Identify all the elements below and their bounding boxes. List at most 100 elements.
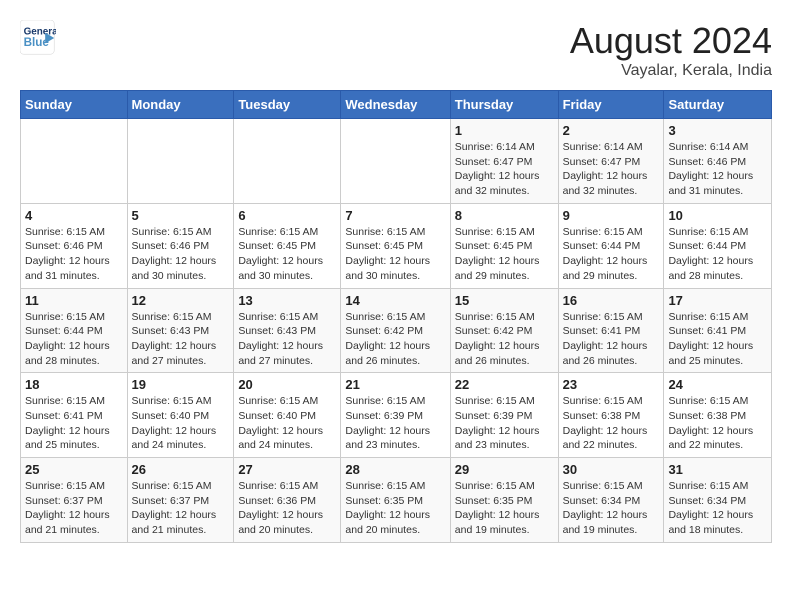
- day-number: 21: [345, 377, 445, 392]
- logo: General Blue: [20, 20, 56, 56]
- day-info: Sunrise: 6:15 AM Sunset: 6:46 PM Dayligh…: [25, 225, 123, 284]
- calendar-cell: 12Sunrise: 6:15 AM Sunset: 6:43 PM Dayli…: [127, 288, 234, 373]
- calendar-week-3: 11 Sunrise: 6:15 AM Sunset: 6:44 PM Dayli…: [21, 288, 772, 373]
- calendar-table: SundayMondayTuesdayWednesdayThursdayFrid…: [20, 90, 772, 543]
- day-number: 12: [132, 293, 230, 308]
- calendar-cell: 9 Sunrise: 6:15 AM Sunset: 6:44 PM Daylig…: [558, 203, 664, 288]
- calendar-cell: 2Sunrise: 6:14 AM Sunset: 6:47 PM Daylig…: [558, 119, 664, 204]
- day-number: 6: [238, 208, 336, 223]
- day-info: Sunrise: 6:15 AM Sunset: 6:40 PM Dayligh…: [132, 394, 230, 453]
- calendar-cell: [21, 119, 128, 204]
- day-info: Sunrise: 6:15 AM Sunset: 6:43 PM Dayligh…: [238, 310, 336, 369]
- calendar-cell: 14Sunrise: 6:15 AM Sunset: 6:42 PM Dayli…: [341, 288, 450, 373]
- day-number: 31: [668, 462, 767, 477]
- day-info: Sunrise: 6:15 AM Sunset: 6:45 PM Dayligh…: [455, 225, 554, 284]
- day-number: 28: [345, 462, 445, 477]
- calendar-cell: 10Sunrise: 6:15 AM Sunset: 6:44 PM Dayli…: [664, 203, 772, 288]
- day-info: Sunrise: 6:14 AM Sunset: 6:47 PM Dayligh…: [563, 140, 660, 199]
- calendar-cell: 6 Sunrise: 6:15 AM Sunset: 6:45 PM Daylig…: [234, 203, 341, 288]
- day-number: 29: [455, 462, 554, 477]
- day-number: 9: [563, 208, 660, 223]
- calendar-week-1: 1 Sunrise: 6:14 AM Sunset: 6:47 PM Daylig…: [21, 119, 772, 204]
- calendar-cell: 24 Sunrise: 6:15 AM Sunset: 6:38 PM Dayli…: [664, 373, 772, 458]
- day-number: 26: [132, 462, 230, 477]
- day-number: 25: [25, 462, 123, 477]
- weekday-header-wednesday: Wednesday: [341, 91, 450, 119]
- day-info: Sunrise: 6:14 AM Sunset: 6:46 PM Dayligh…: [668, 140, 767, 199]
- day-info: Sunrise: 6:15 AM Sunset: 6:42 PM Dayligh…: [345, 310, 445, 369]
- weekday-header-tuesday: Tuesday: [234, 91, 341, 119]
- calendar-cell: 25 Sunrise: 6:15 AM Sunset: 6:37 PM Dayli…: [21, 458, 128, 543]
- day-number: 30: [563, 462, 660, 477]
- day-number: 15: [455, 293, 554, 308]
- weekday-header-monday: Monday: [127, 91, 234, 119]
- calendar-cell: 26 Sunrise: 6:15 AM Sunset: 6:37 PM Dayli…: [127, 458, 234, 543]
- day-info: Sunrise: 6:15 AM Sunset: 6:38 PM Dayligh…: [668, 394, 767, 453]
- title-block: August 2024 Vayalar, Kerala, India: [570, 20, 772, 80]
- day-info: Sunrise: 6:15 AM Sunset: 6:37 PM Dayligh…: [132, 479, 230, 538]
- day-number: 19: [132, 377, 230, 392]
- calendar-cell: 29 Sunrise: 6:15 AM Sunset: 6:35 PM Dayli…: [450, 458, 558, 543]
- calendar-cell: 22Sunrise: 6:15 AM Sunset: 6:39 PM Dayli…: [450, 373, 558, 458]
- calendar-cell: 1Sunrise: 6:14 AM Sunset: 6:47 PM Daylig…: [450, 119, 558, 204]
- calendar-cell: 13Sunrise: 6:15 AM Sunset: 6:43 PM Dayli…: [234, 288, 341, 373]
- calendar-cell: 23 Sunrise: 6:15 AM Sunset: 6:38 PM Dayli…: [558, 373, 664, 458]
- calendar-cell: [341, 119, 450, 204]
- calendar-cell: 15 Sunrise: 6:15 AM Sunset: 6:42 PM Dayli…: [450, 288, 558, 373]
- day-number: 4: [25, 208, 123, 223]
- calendar-week-2: 4 Sunrise: 6:15 AM Sunset: 6:46 PM Daylig…: [21, 203, 772, 288]
- weekday-header-saturday: Saturday: [664, 91, 772, 119]
- calendar-week-4: 18 Sunrise: 6:15 AM Sunset: 6:41 PM Dayli…: [21, 373, 772, 458]
- day-number: 23: [563, 377, 660, 392]
- calendar-week-5: 25 Sunrise: 6:15 AM Sunset: 6:37 PM Dayli…: [21, 458, 772, 543]
- day-info: Sunrise: 6:15 AM Sunset: 6:35 PM Dayligh…: [455, 479, 554, 538]
- day-info: Sunrise: 6:15 AM Sunset: 6:41 PM Dayligh…: [25, 394, 123, 453]
- day-info: Sunrise: 6:15 AM Sunset: 6:46 PM Dayligh…: [132, 225, 230, 284]
- day-info: Sunrise: 6:15 AM Sunset: 6:36 PM Dayligh…: [238, 479, 336, 538]
- day-number: 17: [668, 293, 767, 308]
- calendar-cell: 8Sunrise: 6:15 AM Sunset: 6:45 PM Daylig…: [450, 203, 558, 288]
- day-number: 16: [563, 293, 660, 308]
- day-info: Sunrise: 6:15 AM Sunset: 6:41 PM Dayligh…: [668, 310, 767, 369]
- day-number: 3: [668, 123, 767, 138]
- day-info: Sunrise: 6:15 AM Sunset: 6:44 PM Dayligh…: [25, 310, 123, 369]
- day-number: 1: [455, 123, 554, 138]
- day-info: Sunrise: 6:15 AM Sunset: 6:37 PM Dayligh…: [25, 479, 123, 538]
- day-number: 5: [132, 208, 230, 223]
- calendar-cell: 3 Sunrise: 6:14 AM Sunset: 6:46 PM Daylig…: [664, 119, 772, 204]
- calendar-cell: 7 Sunrise: 6:15 AM Sunset: 6:45 PM Daylig…: [341, 203, 450, 288]
- day-info: Sunrise: 6:15 AM Sunset: 6:34 PM Dayligh…: [563, 479, 660, 538]
- location: Vayalar, Kerala, India: [570, 62, 772, 80]
- day-info: Sunrise: 6:15 AM Sunset: 6:42 PM Dayligh…: [455, 310, 554, 369]
- day-number: 11: [25, 293, 123, 308]
- day-info: Sunrise: 6:15 AM Sunset: 6:34 PM Dayligh…: [668, 479, 767, 538]
- day-number: 7: [345, 208, 445, 223]
- calendar-cell: 17 Sunrise: 6:15 AM Sunset: 6:41 PM Dayli…: [664, 288, 772, 373]
- day-info: Sunrise: 6:15 AM Sunset: 6:41 PM Dayligh…: [563, 310, 660, 369]
- calendar-cell: 21Sunrise: 6:15 AM Sunset: 6:39 PM Dayli…: [341, 373, 450, 458]
- calendar-cell: [127, 119, 234, 204]
- calendar-cell: 30 Sunrise: 6:15 AM Sunset: 6:34 PM Dayli…: [558, 458, 664, 543]
- day-number: 10: [668, 208, 767, 223]
- day-number: 22: [455, 377, 554, 392]
- day-number: 18: [25, 377, 123, 392]
- day-info: Sunrise: 6:15 AM Sunset: 6:38 PM Dayligh…: [563, 394, 660, 453]
- day-info: Sunrise: 6:15 AM Sunset: 6:45 PM Dayligh…: [345, 225, 445, 284]
- day-info: Sunrise: 6:15 AM Sunset: 6:35 PM Dayligh…: [345, 479, 445, 538]
- calendar-cell: 19 Sunrise: 6:15 AM Sunset: 6:40 PM Dayli…: [127, 373, 234, 458]
- calendar-cell: 16 Sunrise: 6:15 AM Sunset: 6:41 PM Dayli…: [558, 288, 664, 373]
- weekday-header-friday: Friday: [558, 91, 664, 119]
- calendar-cell: 5 Sunrise: 6:15 AM Sunset: 6:46 PM Daylig…: [127, 203, 234, 288]
- calendar-cell: 31 Sunrise: 6:15 AM Sunset: 6:34 PM Dayli…: [664, 458, 772, 543]
- day-number: 24: [668, 377, 767, 392]
- weekday-header-thursday: Thursday: [450, 91, 558, 119]
- day-info: Sunrise: 6:15 AM Sunset: 6:44 PM Dayligh…: [563, 225, 660, 284]
- calendar-cell: 27Sunrise: 6:15 AM Sunset: 6:36 PM Dayli…: [234, 458, 341, 543]
- calendar-cell: 18 Sunrise: 6:15 AM Sunset: 6:41 PM Dayli…: [21, 373, 128, 458]
- day-number: 20: [238, 377, 336, 392]
- calendar-cell: 11 Sunrise: 6:15 AM Sunset: 6:44 PM Dayli…: [21, 288, 128, 373]
- calendar-cell: 20Sunrise: 6:15 AM Sunset: 6:40 PM Dayli…: [234, 373, 341, 458]
- day-info: Sunrise: 6:15 AM Sunset: 6:45 PM Dayligh…: [238, 225, 336, 284]
- logo-icon: General Blue: [20, 20, 56, 56]
- month-year: August 2024: [570, 20, 772, 62]
